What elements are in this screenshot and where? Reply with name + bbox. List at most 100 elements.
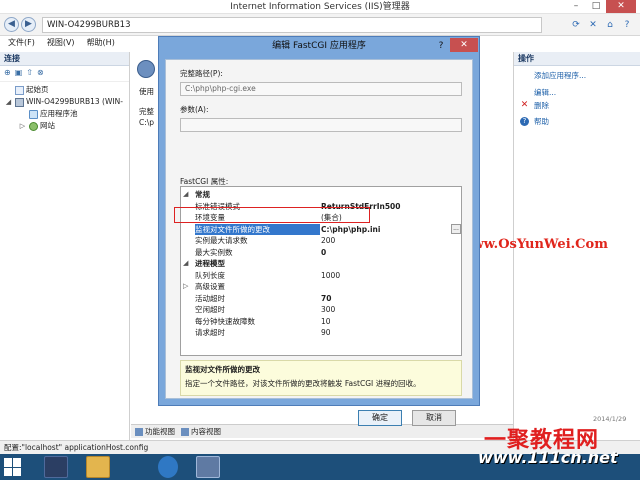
ok-button[interactable]: 确定 — [358, 410, 402, 426]
property-value[interactable]: 10 — [321, 316, 451, 328]
full-path-field[interactable]: C:\php\php-cgi.exe — [180, 82, 462, 96]
help-icon[interactable]: ? — [620, 18, 634, 32]
expander-icon[interactable]: ◢ — [183, 258, 193, 270]
start-button[interactable] — [4, 458, 22, 476]
property-row[interactable]: ▷ 高级设置 — [181, 281, 461, 293]
up-icon[interactable]: ⇧ — [26, 68, 33, 79]
tab-content-label: 内容视图 — [191, 427, 221, 436]
full-path-value: C:\php\php-cgi.exe — [185, 84, 256, 93]
address-path-text: WIN-O4299BURB13 — [47, 20, 131, 30]
description-title: 监视对文件所做的更改 — [185, 365, 260, 374]
action-edit[interactable]: 编辑... — [514, 86, 640, 99]
tab-content-view[interactable]: 内容视图 — [181, 425, 221, 438]
property-value[interactable]: 200 — [321, 235, 451, 247]
expander-icon[interactable]: ◢ — [4, 96, 13, 108]
window-title: Internet Information Services (IIS)管理器 — [230, 2, 410, 12]
action-add-application[interactable]: 添加应用程序... — [514, 69, 640, 82]
property-value[interactable]: 0 — [321, 247, 451, 259]
window-close-button[interactable]: ✕ — [606, 0, 636, 13]
menu-help[interactable]: 帮助(H) — [87, 36, 115, 50]
property-value[interactable]: 300 — [321, 304, 451, 316]
connections-pane: 连接 ⊕ ▣ ⇧ ⊗ 起始页 ◢ WIN-O4299BURB13 (WIN- 应用程序… — [0, 52, 130, 440]
property-value[interactable]: C:\php\php.ini — [321, 224, 451, 236]
property-row[interactable]: 实例最大请求数 200 — [181, 235, 461, 247]
save-icon[interactable]: ▣ — [15, 68, 23, 79]
property-row[interactable]: 监视对文件所做的更改 C:\php\php.ini... — [181, 223, 461, 236]
minimize-button[interactable]: – — [566, 0, 586, 13]
menu-view[interactable]: 视图(V) — [47, 36, 75, 50]
sites-icon — [29, 121, 38, 131]
menu-file[interactable]: 文件(F) — [8, 36, 35, 50]
edit-fastcgi-dialog: 编辑 FastCGI 应用程序 ? ✕ 完整路径(P): C:\php\php-… — [158, 36, 480, 426]
actions-header: 操作 — [514, 52, 640, 66]
tab-features-label: 功能视图 — [145, 427, 175, 436]
connections-toolbar: ⊕ ▣ ⇧ ⊗ — [0, 66, 129, 82]
property-row[interactable]: 每分钟快速故障数 10 — [181, 316, 461, 328]
server-icon — [15, 97, 24, 107]
maximize-button[interactable]: □ — [586, 0, 606, 13]
back-button[interactable]: ◀ — [4, 17, 19, 32]
property-name: 请求超时 — [195, 328, 225, 337]
property-row[interactable]: 请求超时 90 — [181, 327, 461, 339]
property-name: 实例最大请求数 — [195, 236, 248, 245]
property-name: 监视对文件所做的更改 — [195, 223, 320, 235]
dialog-help-button[interactable]: ? — [433, 38, 449, 54]
dialog-close-button[interactable]: ✕ — [450, 38, 478, 52]
center-text-2: 完整 — [139, 107, 154, 116]
property-value[interactable]: 90 — [321, 327, 451, 339]
property-row[interactable]: 队列长度 1000 — [181, 270, 461, 282]
forward-button[interactable]: ▶ — [21, 17, 36, 32]
property-category[interactable]: ◢ 常规 — [181, 189, 461, 201]
stop-icon[interactable]: ✕ — [586, 18, 600, 32]
window-titlebar: Internet Information Services (IIS)管理器 –… — [0, 0, 640, 14]
dialog-titlebar: 编辑 FastCGI 应用程序 ? ✕ — [159, 37, 479, 55]
expander-icon[interactable]: ▷ — [183, 281, 193, 293]
tree-item-label: 网站 — [40, 121, 55, 130]
internet-explorer-icon[interactable] — [158, 456, 178, 478]
connections-header: 连接 — [0, 52, 129, 66]
property-name: 队列长度 — [195, 270, 225, 280]
property-row[interactable]: 空闲超时 300 — [181, 304, 461, 316]
features-view-icon — [135, 427, 143, 436]
property-name: 最大实例数 — [195, 247, 233, 257]
arguments-label: 参数(A): — [180, 105, 209, 114]
cancel-button[interactable]: 取消 — [412, 410, 456, 426]
expander-icon[interactable]: ▷ — [18, 120, 27, 132]
address-path[interactable]: WIN-O4299BURB13 — [42, 17, 542, 33]
action-delete[interactable]: ✕ 删除 — [514, 99, 640, 112]
center-text-3: C:\p — [139, 118, 155, 127]
tree-item[interactable]: 应用程序池 — [4, 108, 129, 120]
center-text-1: 使用 — [139, 87, 154, 96]
property-value[interactable]: 1000 — [321, 270, 451, 282]
property-name: 每分钟快速故障数 — [195, 316, 255, 326]
tab-features-view[interactable]: 功能视图 — [135, 425, 175, 438]
arguments-field[interactable] — [180, 118, 462, 132]
disconnect-icon[interactable]: ⊗ — [37, 68, 44, 79]
watermark-site: www.111cn.net — [478, 448, 618, 467]
property-category[interactable]: ◢ 进程模型 — [181, 258, 461, 270]
description-text: 指定一个文件路径，对该文件所做的更改将触发 FastCGI 进程的回收。 — [185, 379, 421, 388]
home-icon[interactable]: ⌂ — [603, 18, 617, 32]
property-name: 活动超时 — [195, 293, 225, 303]
property-row[interactable]: 最大实例数 0 — [181, 247, 461, 259]
connect-icon[interactable]: ⊕ — [4, 68, 11, 79]
expander-icon[interactable]: ◢ — [183, 189, 193, 201]
full-path-label: 完整路径(P): — [180, 69, 223, 78]
tree-item[interactable]: ◢ WIN-O4299BURB13 (WIN- — [4, 96, 129, 108]
tree-item-label: 起始页 — [26, 85, 49, 94]
refresh-icon[interactable]: ⟳ — [569, 18, 583, 32]
address-icons: ⟳ ✕ ⌂ ? — [569, 18, 634, 32]
property-value[interactable]: 70 — [321, 293, 451, 305]
powershell-icon[interactable] — [44, 456, 68, 478]
property-name: 空闲超时 — [195, 305, 225, 314]
explorer-icon[interactable] — [86, 456, 110, 478]
globe-icon — [137, 60, 155, 78]
iis-manager-icon[interactable] — [196, 456, 220, 478]
browse-button[interactable]: ... — [451, 223, 461, 234]
property-row[interactable]: 活动超时 70 — [181, 293, 461, 305]
property-description: 监视对文件所做的更改 指定一个文件路径，对该文件所做的更改将触发 FastCGI… — [180, 360, 462, 396]
action-help[interactable]: ? 帮助 — [514, 115, 640, 128]
action-help-label: 帮助 — [534, 117, 549, 126]
tree-item[interactable]: ▷ 网站 — [4, 120, 129, 132]
tree-item[interactable]: 起始页 — [4, 84, 129, 96]
